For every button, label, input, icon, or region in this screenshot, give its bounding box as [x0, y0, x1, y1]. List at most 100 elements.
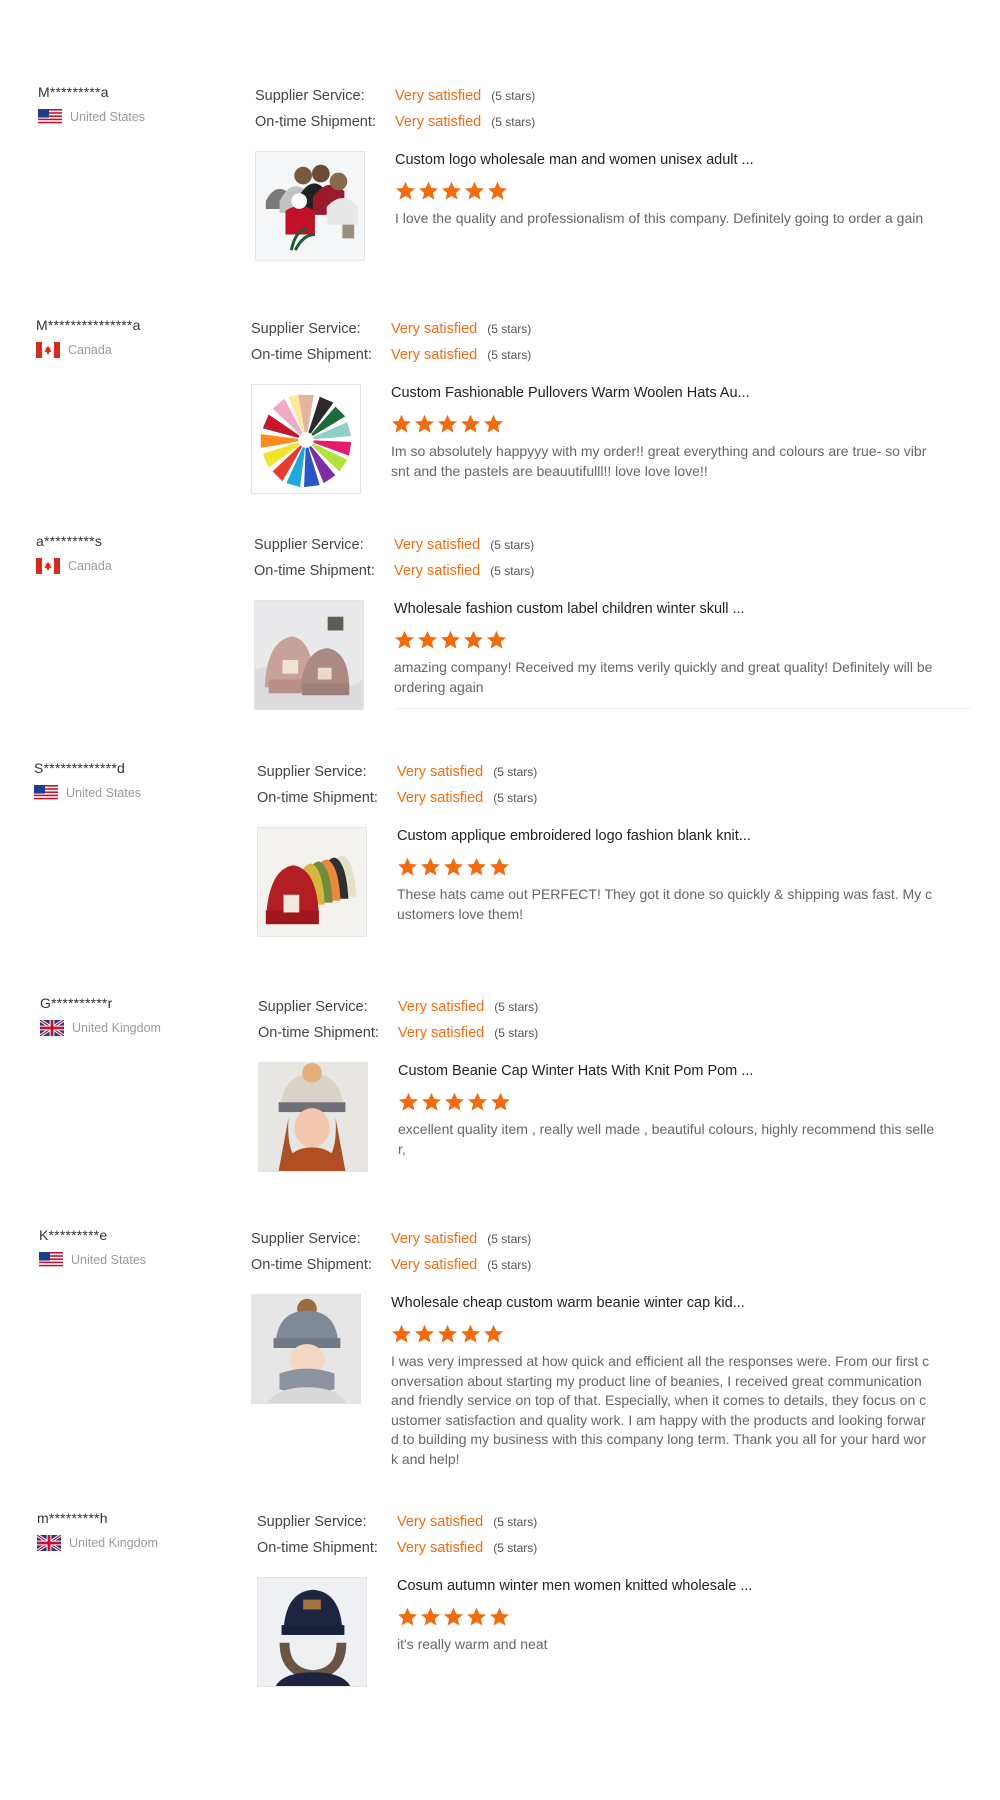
buyer-location: United Kingdom: [37, 1535, 237, 1551]
product-info: Wholesale fashion custom label children …: [394, 600, 954, 710]
supplier-service-label: Supplier Service:: [254, 537, 364, 553]
star-icon: [397, 857, 418, 877]
supplier-service-stars: (5 stars): [490, 538, 535, 552]
buyer-location: United States: [39, 1252, 239, 1268]
star-icon: [483, 1324, 504, 1344]
supplier-service-value: Very satisfied: [397, 1514, 484, 1530]
product-title[interactable]: Custom Beanie Cap Winter Hats With Knit …: [398, 1062, 958, 1080]
review-comment: excellent quality item , really well mad…: [398, 1121, 935, 1157]
buyer-name: S*************d: [34, 760, 125, 776]
star-icon: [443, 1607, 464, 1627]
supplier-service-label: Supplier Service:: [258, 999, 368, 1015]
review-comment: amazing company! Received my items veril…: [394, 659, 933, 695]
buyer-info: m*********h United Kingdom: [37, 1509, 237, 1551]
star-icon: [394, 630, 415, 650]
product-thumbnail[interactable]: [251, 1294, 361, 1404]
product-thumbnail[interactable]: [255, 151, 365, 261]
product-title[interactable]: Custom logo wholesale man and women unis…: [395, 151, 955, 169]
product-info: Custom logo wholesale man and women unis…: [395, 151, 955, 261]
star-icon: [391, 414, 412, 434]
star-icon: [486, 630, 507, 650]
product-title[interactable]: Custom Fashionable Pullovers Warm Woolen…: [391, 384, 951, 402]
shipment-value: Very satisfied: [398, 1025, 485, 1041]
supplier-service-rating: Supplier Service: Very satisfied (5 star…: [257, 759, 957, 785]
product-rating-stars: [391, 414, 951, 434]
buyer-name: M***************a: [36, 317, 141, 333]
buyer-info: a*********s Canada: [36, 532, 236, 574]
product-block: Custom logo wholesale man and women unis…: [255, 151, 955, 261]
supplier-service-value: Very satisfied: [394, 537, 481, 553]
product-thumbnail[interactable]: [258, 1062, 368, 1172]
buyer-name: G**********r: [40, 995, 113, 1011]
buyer-name: M*********a: [38, 84, 109, 100]
supplier-service-rating: Supplier Service: Very satisfied (5 star…: [258, 994, 958, 1020]
buyer-location: United States: [34, 785, 234, 801]
star-icon: [417, 630, 438, 650]
review-comment: Im so absolutely happyyy with my order!!…: [391, 443, 927, 479]
us-flag-icon: [39, 1252, 63, 1268]
shipment-stars: (5 stars): [491, 115, 536, 129]
shipment-rating: On-time Shipment: Very satisfied (5 star…: [257, 1535, 957, 1561]
supplier-service-stars: (5 stars): [493, 1515, 538, 1529]
supplier-service-value: Very satisfied: [398, 999, 485, 1015]
shipment-rating: On-time Shipment: Very satisfied (5 star…: [254, 558, 954, 584]
review-content: Supplier Service: Very satisfied (5 star…: [257, 759, 957, 937]
product-thumbnail[interactable]: [257, 1577, 367, 1687]
shipment-rating: On-time Shipment: Very satisfied (5 star…: [255, 109, 955, 135]
supplier-service-stars: (5 stars): [493, 765, 538, 779]
shipment-stars: (5 stars): [493, 791, 538, 805]
product-info: Custom applique embroidered logo fashion…: [397, 827, 957, 937]
star-icon: [443, 857, 464, 877]
star-icon: [464, 181, 485, 201]
uk-flag-icon: [37, 1535, 61, 1551]
supplier-service-label: Supplier Service:: [255, 88, 365, 104]
product-title[interactable]: Cosum autumn winter men women knitted wh…: [397, 1577, 957, 1595]
review-comment: I was very impressed at how quick and ef…: [391, 1353, 930, 1467]
review-comment: it's really warm and neat: [397, 1636, 548, 1652]
star-icon: [460, 414, 481, 434]
product-rating-stars: [395, 181, 955, 201]
review-content: Supplier Service: Very satisfied (5 star…: [255, 83, 955, 261]
buyer-country: Canada: [68, 343, 112, 357]
product-thumbnail[interactable]: [251, 384, 361, 494]
supplier-service-value: Very satisfied: [397, 764, 484, 780]
shipment-label: On-time Shipment:: [257, 1540, 378, 1556]
shipment-rating: On-time Shipment: Very satisfied (5 star…: [257, 785, 957, 811]
buyer-info: M***************a Canada: [36, 316, 236, 358]
shipment-value: Very satisfied: [397, 1540, 484, 1556]
star-icon: [490, 1092, 511, 1112]
review-content: Supplier Service: Very satisfied (5 star…: [251, 316, 951, 494]
review-comment: These hats came out PERFECT! They got it…: [397, 886, 933, 922]
review-content: Supplier Service: Very satisfied (5 star…: [251, 1226, 951, 1469]
supplier-service-stars: (5 stars): [487, 322, 532, 336]
review-content: Supplier Service: Very satisfied (5 star…: [257, 1509, 957, 1687]
star-icon: [420, 857, 441, 877]
us-flag-icon: [34, 785, 58, 801]
star-icon: [414, 414, 435, 434]
buyer-country: Canada: [68, 559, 112, 573]
product-thumbnail[interactable]: [254, 600, 364, 710]
shipment-stars: (5 stars): [490, 564, 535, 578]
product-rating-stars: [398, 1092, 958, 1112]
product-info: Custom Beanie Cap Winter Hats With Knit …: [398, 1062, 958, 1172]
star-icon: [421, 1092, 442, 1112]
star-icon: [444, 1092, 465, 1112]
buyer-location: Canada: [36, 342, 236, 358]
buyer-name: m*********h: [37, 1510, 108, 1526]
review-content: Supplier Service: Very satisfied (5 star…: [254, 532, 954, 710]
buyer-country: United Kingdom: [72, 1021, 161, 1035]
buyer-country: United Kingdom: [69, 1536, 158, 1550]
product-thumbnail[interactable]: [257, 827, 367, 937]
shipment-value: Very satisfied: [391, 1257, 478, 1273]
shipment-stars: (5 stars): [493, 1541, 538, 1555]
product-title[interactable]: Custom applique embroidered logo fashion…: [397, 827, 957, 845]
supplier-service-label: Supplier Service:: [257, 1514, 367, 1530]
star-icon: [440, 630, 461, 650]
supplier-service-value: Very satisfied: [391, 321, 478, 337]
product-title[interactable]: Wholesale fashion custom label children …: [394, 600, 954, 618]
product-block: Cosum autumn winter men women knitted wh…: [257, 1577, 957, 1687]
product-title[interactable]: Wholesale cheap custom warm beanie winte…: [391, 1294, 951, 1312]
supplier-service-rating: Supplier Service: Very satisfied (5 star…: [254, 532, 954, 558]
shipment-label: On-time Shipment:: [251, 347, 372, 363]
star-icon: [487, 181, 508, 201]
